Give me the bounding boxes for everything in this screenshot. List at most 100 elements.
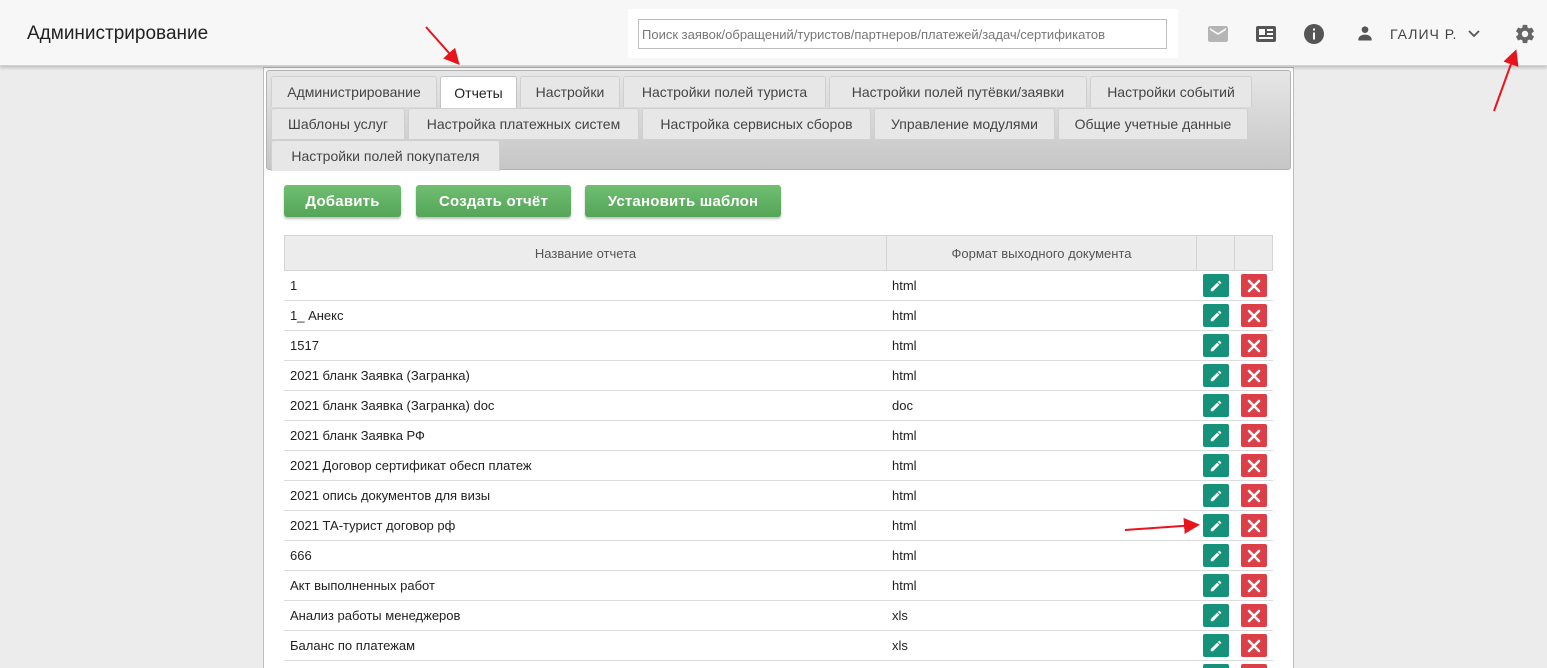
table-row[interactable]: Акт выполненных работ html bbox=[284, 571, 1273, 601]
top-bar: Администрирование ГАЛИЧ Р. bbox=[0, 0, 1547, 66]
report-format: xls bbox=[892, 638, 908, 653]
edit-button[interactable] bbox=[1203, 394, 1229, 417]
pencil-icon bbox=[1209, 519, 1223, 533]
gear-icon[interactable] bbox=[1514, 23, 1536, 45]
report-format: html bbox=[892, 578, 917, 593]
pencil-icon bbox=[1209, 549, 1223, 563]
delete-button[interactable] bbox=[1241, 364, 1267, 387]
report-name: 1_ Анекс bbox=[290, 308, 344, 323]
delete-button[interactable] bbox=[1241, 634, 1267, 657]
table-row[interactable]: 2021 Договор сертификат обесп платеж html bbox=[284, 451, 1273, 481]
table-row[interactable]: 1_ Анекс html bbox=[284, 301, 1273, 331]
info-icon[interactable] bbox=[1302, 22, 1326, 46]
delete-button[interactable] bbox=[1241, 454, 1267, 477]
delete-button[interactable] bbox=[1241, 604, 1267, 627]
delete-button[interactable] bbox=[1241, 334, 1267, 357]
edit-button[interactable] bbox=[1203, 364, 1229, 387]
report-name: Баланс по платежам bbox=[290, 638, 416, 653]
report-name: 2021 опись документов для визы bbox=[290, 488, 491, 503]
delete-button[interactable] bbox=[1241, 274, 1267, 297]
report-format: html bbox=[892, 308, 917, 323]
edit-button[interactable] bbox=[1203, 454, 1229, 477]
edit-button[interactable] bbox=[1203, 514, 1229, 537]
delete-button[interactable] bbox=[1241, 514, 1267, 537]
tab-bar: Администрирование Отчеты Настройки Настр… bbox=[266, 70, 1291, 171]
tab-voucher-fields[interactable]: Настройки полей путёвки/заявки bbox=[829, 76, 1087, 107]
report-format: html bbox=[892, 278, 917, 293]
delete-button[interactable] bbox=[1241, 304, 1267, 327]
edit-button[interactable] bbox=[1203, 544, 1229, 567]
report-name: 1 bbox=[290, 278, 298, 293]
table-row[interactable]: 2021 бланк Заявка РФ html bbox=[284, 421, 1273, 451]
table-row[interactable]: 2021 бланк Заявка (Загранка) doc doc bbox=[284, 391, 1273, 421]
report-format: doc bbox=[892, 398, 913, 413]
delete-button[interactable] bbox=[1241, 574, 1267, 597]
column-header-edit bbox=[1197, 236, 1235, 270]
create-report-button[interactable]: Создать отчёт bbox=[416, 185, 571, 217]
tab-buyer-fields[interactable]: Настройки полей покупателя bbox=[271, 140, 500, 171]
table-row[interactable]: 1517 html bbox=[284, 331, 1273, 361]
edit-button[interactable] bbox=[1203, 424, 1229, 447]
table-row[interactable]: Анализ работы менеджеров xls bbox=[284, 601, 1273, 631]
edit-button[interactable] bbox=[1203, 304, 1229, 327]
report-name: 666 bbox=[290, 548, 312, 563]
table-row[interactable]: 2021 бланк Заявка (Загранка) html bbox=[284, 361, 1273, 391]
close-icon bbox=[1247, 279, 1261, 293]
pencil-icon bbox=[1209, 309, 1223, 323]
delete-button[interactable] bbox=[1241, 424, 1267, 447]
edit-button[interactable] bbox=[1203, 604, 1229, 627]
close-icon bbox=[1247, 519, 1261, 533]
tab-tourist-fields[interactable]: Настройки полей туриста bbox=[623, 76, 826, 107]
pencil-icon bbox=[1209, 399, 1223, 413]
tab-modules[interactable]: Управление модулями bbox=[874, 108, 1055, 139]
pencil-icon bbox=[1209, 279, 1223, 293]
edit-button[interactable] bbox=[1203, 334, 1229, 357]
table-row[interactable]: 2021 опись документов для визы html bbox=[284, 481, 1273, 511]
report-name: 2021 ТА-турист договор рф bbox=[290, 518, 456, 533]
table-row[interactable]: Баланс по платежам xls bbox=[284, 631, 1273, 661]
user-name[interactable]: ГАЛИЧ Р. bbox=[1390, 26, 1457, 42]
person-icon[interactable] bbox=[1355, 23, 1375, 43]
edit-button[interactable] bbox=[1203, 664, 1229, 668]
tab-reports[interactable]: Отчеты bbox=[440, 76, 517, 109]
close-icon bbox=[1247, 639, 1261, 653]
pencil-icon bbox=[1209, 609, 1223, 623]
close-icon bbox=[1247, 459, 1261, 473]
reports-table: Название отчета Формат выходного докумен… bbox=[284, 235, 1273, 668]
close-icon bbox=[1247, 339, 1261, 353]
edit-button[interactable] bbox=[1203, 274, 1229, 297]
delete-button[interactable] bbox=[1241, 664, 1267, 668]
chevron-down-icon[interactable] bbox=[1467, 27, 1481, 41]
report-format: html bbox=[892, 488, 917, 503]
edit-button[interactable] bbox=[1203, 574, 1229, 597]
table-row[interactable]: 666 html bbox=[284, 541, 1273, 571]
tab-payment-systems[interactable]: Настройка платежных систем bbox=[408, 108, 639, 139]
page-title: Администрирование bbox=[27, 23, 209, 44]
mail-icon[interactable] bbox=[1206, 22, 1230, 46]
table-row[interactable]: 1 html bbox=[284, 271, 1273, 301]
add-button[interactable]: Добавить bbox=[284, 185, 401, 217]
delete-button[interactable] bbox=[1241, 484, 1267, 507]
tab-shared-credentials[interactable]: Общие учетные данные bbox=[1058, 108, 1248, 139]
delete-button[interactable] bbox=[1241, 394, 1267, 417]
close-icon bbox=[1247, 489, 1261, 503]
column-header-delete bbox=[1235, 236, 1272, 270]
tab-event-settings[interactable]: Настройки событий bbox=[1090, 76, 1252, 107]
report-format: html bbox=[892, 338, 917, 353]
close-icon bbox=[1247, 369, 1261, 383]
tab-service-fees[interactable]: Настройка сервисных сборов bbox=[642, 108, 871, 139]
search-box bbox=[628, 9, 1178, 58]
set-template-button[interactable]: Установить шаблон bbox=[585, 185, 781, 217]
edit-button[interactable] bbox=[1203, 634, 1229, 657]
tab-administration[interactable]: Администрирование bbox=[271, 76, 437, 107]
table-header: Название отчета Формат выходного докумен… bbox=[284, 235, 1273, 271]
newspaper-icon[interactable] bbox=[1254, 22, 1278, 46]
report-name: 2021 бланк Заявка (Загранка) bbox=[290, 368, 470, 383]
table-row[interactable] bbox=[284, 661, 1273, 668]
tab-settings[interactable]: Настройки bbox=[520, 76, 620, 107]
delete-button[interactable] bbox=[1241, 544, 1267, 567]
table-row[interactable]: 2021 ТА-турист договор рф html bbox=[284, 511, 1273, 541]
edit-button[interactable] bbox=[1203, 484, 1229, 507]
search-input[interactable] bbox=[638, 19, 1167, 49]
tab-service-templates[interactable]: Шаблоны услуг bbox=[271, 108, 405, 139]
